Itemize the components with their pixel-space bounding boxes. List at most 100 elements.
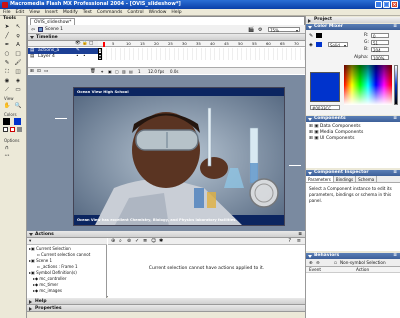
script-pane[interactable]: Current selection cannot have actions ap… <box>108 245 305 298</box>
hand-tool-icon[interactable]: ✋ <box>3 102 11 110</box>
subselect-tool-icon[interactable]: ↖ <box>14 23 22 31</box>
g-input[interactable]: 51 <box>371 40 389 46</box>
swap-colors-icon[interactable] <box>17 127 22 132</box>
view-options-icon[interactable]: ≡ <box>297 238 301 245</box>
action-column-header[interactable]: Action <box>356 267 369 273</box>
help-header[interactable]: Help <box>27 298 305 305</box>
component-category[interactable]: ⊞ ▣ UI Components <box>309 136 397 142</box>
brush-tool-icon[interactable]: 🖌 <box>14 59 22 67</box>
stage-photo[interactable]: Ocean View High School Ocean View has ex… <box>73 87 285 226</box>
ink-bottle-tool-icon[interactable]: ◉ <box>3 77 11 85</box>
line-tool-icon[interactable]: ╱ <box>3 32 11 40</box>
delete-layer-icon[interactable]: 🗑 <box>90 69 96 74</box>
code-hint-icon[interactable]: ☺ <box>151 238 156 245</box>
smooth-icon[interactable]: ⁺ˢ <box>3 153 11 161</box>
layer-row-layer4[interactable]: ▤ Layer 4 • • <box>28 54 98 60</box>
add-behavior-icon[interactable]: ⊕ <box>309 259 313 267</box>
alpha-input[interactable]: 100% <box>371 55 389 61</box>
brightness-slider[interactable] <box>394 65 398 105</box>
fill-color-swatch[interactable] <box>14 118 21 125</box>
edit-multiple-icon[interactable]: ▥ <box>122 68 126 75</box>
default-colors-icon[interactable] <box>3 127 8 132</box>
remove-behavior-icon[interactable]: ⊖ <box>316 259 320 267</box>
fill-swatch[interactable] <box>316 42 322 47</box>
find-icon[interactable]: ⌕ <box>119 238 122 245</box>
event-column-header[interactable]: Event <box>309 267 321 273</box>
add-guide-icon[interactable]: ⊡ <box>37 69 41 74</box>
hex-input[interactable]: #0033CC <box>310 105 340 111</box>
project-header[interactable]: Project <box>306 17 400 23</box>
close-button[interactable]: × <box>391 1 398 8</box>
add-layer-icon[interactable]: ⊞ <box>30 69 34 74</box>
minimize-button[interactable]: _ <box>375 1 382 8</box>
fill-type-select[interactable]: Solid ▾ <box>328 42 348 48</box>
center-frame-icon[interactable]: ⌖ <box>101 68 103 75</box>
eraser-tool-icon[interactable]: ▭ <box>14 86 22 94</box>
maximize-button[interactable]: □ <box>383 1 390 8</box>
stroke-color-swatch[interactable] <box>3 118 10 125</box>
check-syntax-icon[interactable]: ✓ <box>135 238 139 245</box>
add-folder-icon[interactable]: ▭ <box>44 69 48 74</box>
menu-window[interactable]: Window <box>149 9 167 15</box>
arrow-tool-icon[interactable]: ➤ <box>3 23 11 31</box>
tab-bindings[interactable]: Bindings <box>334 176 357 182</box>
debug-options-icon[interactable]: ✱ <box>159 238 163 245</box>
b-input[interactable]: 204 <box>371 47 389 53</box>
tab-parameters[interactable]: Parameters <box>306 176 334 182</box>
onion-skin-icon[interactable]: ▣ <box>108 68 112 75</box>
snap-magnet-icon[interactable]: ∩ <box>3 144 11 152</box>
insert-target-icon[interactable]: ⊚ <box>127 238 131 245</box>
playhead[interactable] <box>103 41 105 47</box>
pencil-tool-icon[interactable]: ✎ <box>3 59 11 67</box>
eyedropper-tool-icon[interactable]: ⟋ <box>3 86 11 94</box>
panel-options-icon[interactable]: ≡ <box>298 231 302 238</box>
rectangle-tool-icon[interactable]: □ <box>14 50 22 58</box>
paint-bucket-tool-icon[interactable]: ◈ <box>14 77 22 85</box>
onion-markers-icon[interactable]: ▤ <box>129 68 133 75</box>
back-arrow-icon[interactable]: ⇦ <box>31 27 35 33</box>
document-tab[interactable]: OVIS_slideshow* <box>30 18 76 25</box>
properties-header[interactable]: Properties <box>27 305 305 312</box>
add-statement-icon[interactable]: ⊕ <box>111 238 115 245</box>
timeline-header[interactable]: Timeline <box>28 34 306 41</box>
menu-edit[interactable]: Edit <box>16 9 25 15</box>
edit-symbol-icon[interactable]: ⚙ <box>258 27 262 33</box>
r-input[interactable]: 0 <box>371 33 389 39</box>
edit-scene-icon[interactable]: 🎬 <box>248 27 254 33</box>
reference-icon[interactable]: ? <box>288 238 291 245</box>
menu-help[interactable]: Help <box>171 9 181 15</box>
frames-row-layer4[interactable] <box>98 54 306 60</box>
outline-icon[interactable]: □ <box>89 41 93 46</box>
menu-file[interactable]: File <box>3 9 11 15</box>
fill-transform-tool-icon[interactable]: ◫ <box>14 68 22 76</box>
menu-modify[interactable]: Modify <box>63 9 78 15</box>
onion-outline-icon[interactable]: ▢ <box>115 68 119 75</box>
lasso-tool-icon[interactable]: ϙ <box>14 32 22 40</box>
frame-ruler[interactable]: 5 10 15 20 25 30 35 40 45 50 55 60 65 70 <box>98 41 306 47</box>
lock-icon[interactable]: 🔒 <box>82 41 88 46</box>
zoom-select[interactable]: 75% ▾ <box>268 27 300 33</box>
text-tool-icon[interactable]: A <box>14 41 22 49</box>
folder-icon: ▸▣ <box>29 246 37 251</box>
no-color-icon[interactable] <box>10 127 15 132</box>
menu-text[interactable]: Text <box>83 9 92 15</box>
pen-tool-icon[interactable]: ✒ <box>3 41 11 49</box>
fill-bucket-icon[interactable]: ◈ <box>309 42 313 48</box>
menu-control[interactable]: Control <box>127 9 143 15</box>
tab-schema[interactable]: Schema <box>356 176 378 182</box>
eye-icon[interactable]: 👁 <box>75 41 81 46</box>
color-spectrum[interactable] <box>344 65 392 105</box>
dropdown-icon[interactable]: ▾ <box>29 239 31 244</box>
menu-insert[interactable]: Insert <box>45 9 58 15</box>
free-transform-tool-icon[interactable]: ⛶ <box>3 68 11 76</box>
tree-item[interactable]: ▸◆ mc_images <box>29 288 90 294</box>
actions-header[interactable]: Actions ≡ <box>27 231 305 238</box>
stroke-swatch[interactable] <box>316 33 322 38</box>
auto-format-icon[interactable]: ≣ <box>143 238 147 245</box>
menu-view[interactable]: View <box>29 9 40 15</box>
stroke-pencil-icon[interactable]: ✎ <box>309 33 313 39</box>
menu-commands[interactable]: Commands <box>97 9 122 15</box>
stage-area[interactable]: Ocean View High School Ocean View has ex… <box>27 75 305 231</box>
zoom-tool-icon[interactable]: 🔍 <box>14 102 22 110</box>
oval-tool-icon[interactable]: ○ <box>3 50 11 58</box>
